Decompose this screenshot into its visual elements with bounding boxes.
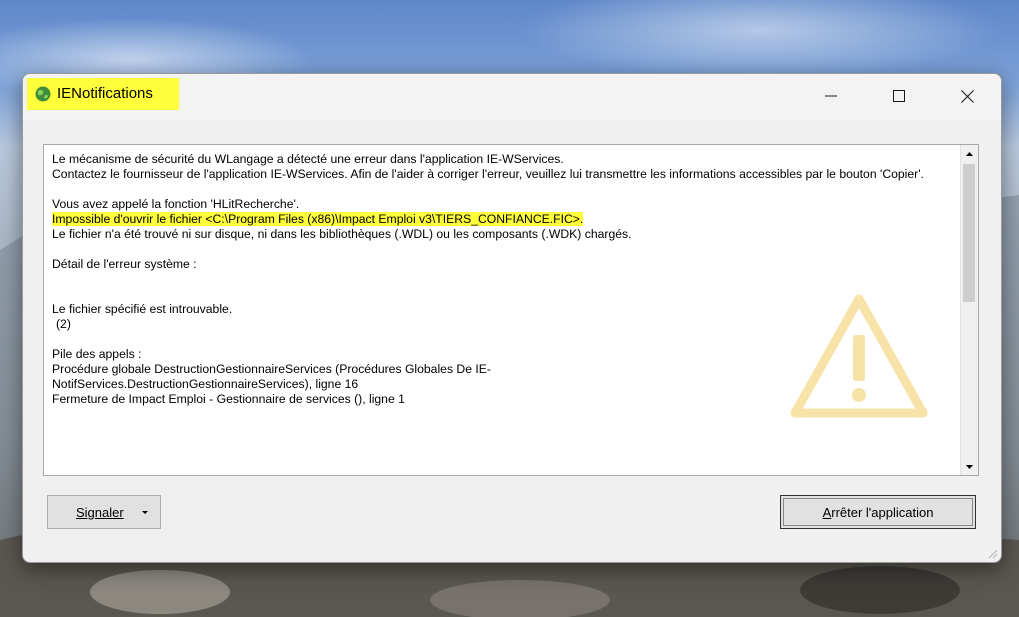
error-message-box[interactable]: Le mécanisme de sécurité du WLangage a d… — [43, 144, 979, 476]
close-button[interactable] — [933, 74, 1001, 118]
report-button-label: Signaler — [76, 505, 124, 520]
vertical-scrollbar[interactable] — [960, 145, 978, 475]
resize-grip-icon[interactable] — [986, 547, 998, 559]
scroll-down-button[interactable] — [961, 458, 978, 475]
message-line: Pile des appels : — [52, 347, 142, 361]
message-line: Fermeture de Impact Emploi - Gestionnair… — [52, 392, 405, 406]
message-line: Le fichier n'a été trouvé ni sur disque,… — [52, 227, 632, 241]
minimize-icon — [825, 95, 837, 97]
title-bar[interactable]: IENotifications — [23, 74, 1001, 120]
message-line: Détail de l'erreur système : — [52, 257, 197, 271]
message-line: Procédure globale DestructionGestionnair… — [52, 362, 491, 391]
minimize-button[interactable] — [797, 74, 865, 118]
chevron-down-icon[interactable] — [140, 510, 150, 516]
scrollbar-thumb[interactable] — [963, 164, 975, 302]
message-line: Le mécanisme de sécurité du WLangage a d… — [52, 152, 564, 166]
message-line: Contactez le fournisseur de l'applicatio… — [52, 167, 924, 181]
globe-icon — [35, 86, 51, 102]
arrow-down-icon — [966, 464, 973, 469]
report-button[interactable]: Signaler — [47, 495, 161, 529]
arrow-up-icon — [966, 151, 973, 156]
highlighted-error-line: Impossible d'ouvrir le fichier <C:\Progr… — [52, 212, 584, 226]
maximize-button[interactable] — [865, 74, 933, 118]
message-line: Vous avez appelé la fonction 'HLitRecher… — [52, 197, 300, 211]
close-icon — [960, 89, 974, 103]
window-title: IENotifications — [57, 85, 153, 102]
stop-application-button[interactable]: Arrêter l'application — [780, 495, 976, 529]
stop-button-label: Arrêter l'application — [822, 505, 934, 520]
message-line: (2) — [56, 317, 71, 331]
error-text: Le mécanisme de sécurité du WLangage a d… — [52, 152, 960, 407]
scroll-up-button[interactable] — [961, 145, 978, 162]
message-line: Le fichier spécifié est introuvable. — [52, 302, 233, 316]
ienotifications-window: IENotifications Le mécanisme de sécurité… — [22, 73, 1002, 563]
maximize-icon — [893, 90, 905, 102]
